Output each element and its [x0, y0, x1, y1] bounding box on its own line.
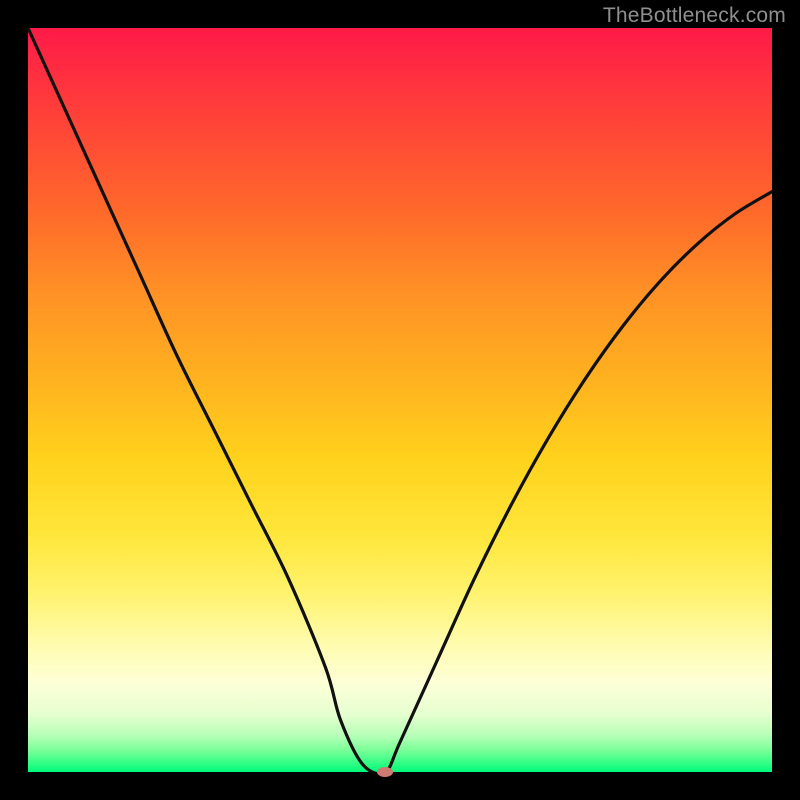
chart-frame: TheBottleneck.com — [0, 0, 800, 800]
plot-area — [28, 28, 772, 772]
watermark-text: TheBottleneck.com — [603, 4, 786, 28]
optimal-point-marker — [377, 767, 393, 777]
bottleneck-curve — [28, 28, 772, 772]
